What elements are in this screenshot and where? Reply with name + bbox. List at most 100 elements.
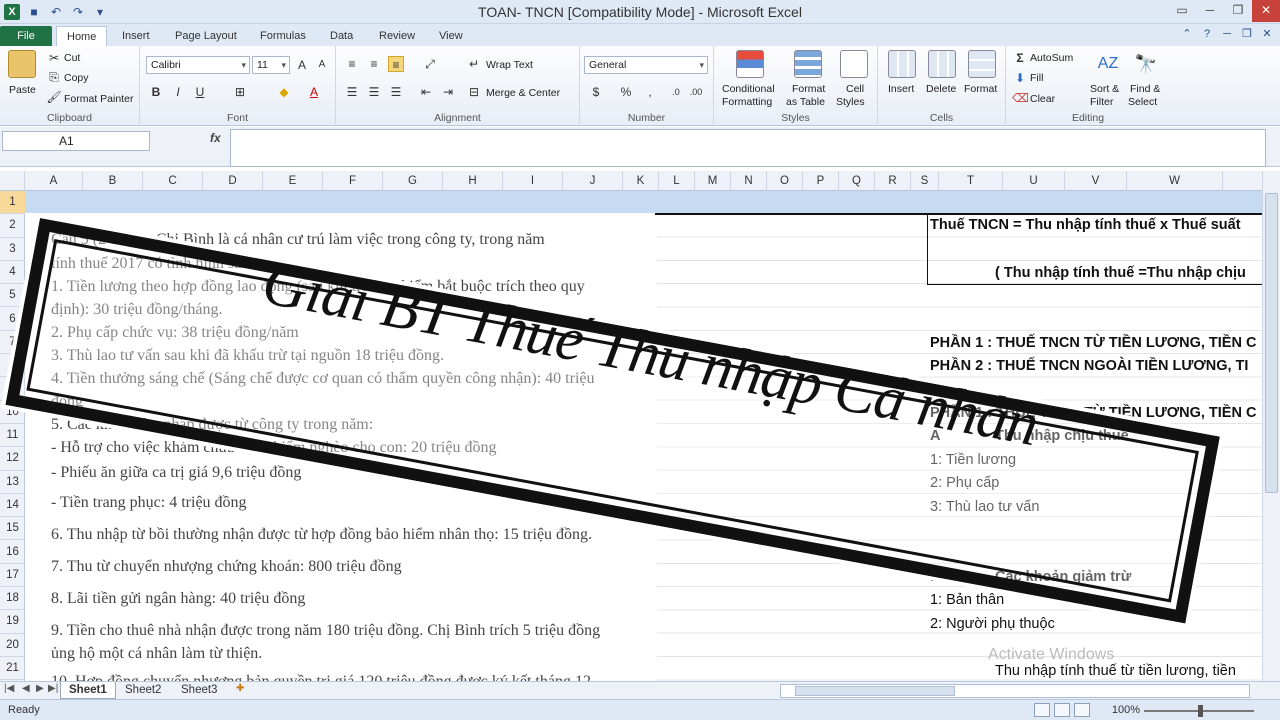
column-header-m[interactable]: M — [695, 171, 731, 191]
paste-button[interactable]: Paste — [9, 84, 36, 96]
copy-icon[interactable]: ⎘ — [46, 69, 62, 85]
row-header-12[interactable]: 12 — [0, 447, 25, 471]
column-header-p[interactable]: P — [803, 171, 839, 191]
orientation-icon[interactable]: ⤢ — [422, 56, 438, 72]
tab-file[interactable]: File — [0, 26, 52, 46]
workbook-minimize-icon[interactable]: ─ — [1220, 27, 1234, 41]
select-all-corner[interactable] — [0, 171, 25, 191]
tab-page-layout[interactable]: Page Layout — [165, 26, 247, 46]
zoom-slider[interactable] — [1144, 705, 1254, 717]
sheet-tab-3[interactable]: Sheet3 — [173, 682, 225, 699]
sheet-tab-1[interactable]: Sheet1 — [60, 682, 116, 699]
format-cells-icon[interactable] — [968, 50, 996, 78]
sort-filter-icon[interactable]: AZ — [1094, 50, 1122, 78]
conditional-formatting-label-2[interactable]: Formatting — [722, 96, 772, 108]
fill-color-icon[interactable]: ◆ — [276, 84, 292, 100]
row-header-17[interactable]: 17 — [0, 564, 25, 588]
row-header-14[interactable]: 14 — [0, 494, 25, 518]
increase-indent-icon[interactable]: ⇥ — [440, 84, 456, 100]
row-header-13[interactable]: 13 — [0, 471, 25, 494]
currency-icon[interactable]: $ — [588, 84, 604, 100]
percent-icon[interactable]: % — [618, 84, 634, 100]
cell-formula-title[interactable]: Thuế TNCN = Thu nhập tính thuế x Thuế su… — [930, 217, 1241, 233]
clear-button[interactable]: Clear — [1030, 93, 1055, 105]
autosum-icon[interactable]: Σ — [1012, 50, 1028, 66]
restore-icon[interactable]: ❐ — [1224, 0, 1252, 22]
decrease-decimal-icon[interactable]: .00 — [688, 84, 704, 100]
wrap-text-button[interactable]: Wrap Text — [486, 59, 533, 71]
column-header-w[interactable]: W — [1127, 171, 1223, 191]
insert-function-icon[interactable]: fx — [210, 131, 228, 145]
tab-review[interactable]: Review — [369, 26, 425, 46]
align-middle-icon[interactable]: ≡ — [366, 56, 382, 72]
row-header-5[interactable]: 5 — [0, 284, 25, 308]
column-header-v[interactable]: V — [1065, 171, 1127, 191]
fill-button[interactable]: Fill — [1030, 72, 1043, 84]
merge-center-button[interactable]: Merge & Center — [486, 87, 560, 99]
prev-sheet-icon[interactable]: ◀ — [22, 683, 30, 694]
font-color-icon[interactable]: A — [306, 84, 322, 100]
column-header-q[interactable]: Q — [839, 171, 875, 191]
find-select-label[interactable]: Find & — [1130, 83, 1160, 95]
close-icon[interactable]: ✕ — [1252, 0, 1280, 22]
page-break-view-icon[interactable] — [1074, 703, 1090, 717]
first-sheet-icon[interactable]: |◀ — [4, 683, 14, 694]
format-painter-button[interactable]: Format Painter — [64, 93, 133, 105]
row-header-18[interactable]: 18 — [0, 587, 25, 611]
increase-decimal-icon[interactable]: .0 — [668, 84, 684, 100]
minimize-ribbon-icon[interactable]: ⌃ — [1180, 27, 1194, 41]
row-header-20[interactable]: 20 — [0, 634, 25, 657]
cell-bottom[interactable]: Thu nhập tính thuế từ tiền lương, tiền — [995, 663, 1236, 679]
row-header-11[interactable]: 11 — [0, 424, 25, 448]
column-header-s[interactable]: S — [911, 171, 939, 191]
formula-input[interactable] — [230, 129, 1266, 167]
cell-b1[interactable]: 1: Bản thân — [930, 592, 1004, 608]
format-cells-button[interactable]: Format — [964, 83, 997, 95]
conditional-formatting-icon[interactable] — [736, 50, 764, 78]
column-header-i[interactable]: I — [503, 171, 563, 191]
merge-center-icon[interactable]: ⊟ — [466, 84, 482, 100]
cell-formula-sub[interactable]: ( Thu nhập tính thuế =Thu nhập chịu — [995, 265, 1246, 281]
font-size-select[interactable]: 11 — [252, 56, 290, 74]
column-header-t[interactable]: T — [939, 171, 1003, 191]
tab-view[interactable]: View — [429, 26, 473, 46]
align-left-icon[interactable]: ☰ — [344, 84, 360, 100]
horizontal-scrollbar[interactable] — [780, 684, 1250, 698]
cut-icon[interactable]: ✂ — [46, 50, 62, 66]
column-header-d[interactable]: D — [203, 171, 263, 191]
row-header-1[interactable]: 1 — [0, 191, 25, 215]
wrap-text-icon[interactable]: ↵ — [466, 56, 482, 72]
format-as-table-label[interactable]: Format — [792, 83, 825, 95]
find-select-label-2[interactable]: Select — [1128, 96, 1157, 108]
column-header-c[interactable]: C — [143, 171, 203, 191]
cell-styles-icon[interactable] — [840, 50, 868, 78]
paste-icon[interactable] — [8, 50, 36, 78]
find-select-icon[interactable]: 🔭 — [1132, 50, 1160, 78]
last-sheet-icon[interactable]: ▶| — [48, 683, 58, 694]
delete-cells-icon[interactable] — [928, 50, 956, 78]
borders-icon[interactable]: ⊞ — [232, 84, 248, 100]
normal-view-icon[interactable] — [1034, 703, 1050, 717]
format-as-table-icon[interactable] — [794, 50, 822, 78]
cell-part1[interactable]: PHẦN 1 : THUẾ TNCN TỪ TIỀN LƯƠNG, TIỀN C — [930, 335, 1256, 351]
vertical-scrollbar[interactable] — [1262, 171, 1280, 681]
next-sheet-icon[interactable]: ▶ — [36, 683, 44, 694]
row-header-21[interactable]: 21 — [0, 657, 25, 681]
clear-icon[interactable]: ⌫ — [1012, 90, 1029, 106]
tab-insert[interactable]: Insert — [112, 26, 160, 46]
row-header-2[interactable]: 2 — [0, 214, 25, 238]
cell-styles-label-2[interactable]: Styles — [836, 96, 865, 108]
workbook-restore-icon[interactable]: ❐ — [1240, 27, 1254, 41]
row-header-15[interactable]: 15 — [0, 517, 25, 541]
zoom-level[interactable]: 100% — [1112, 704, 1140, 716]
format-painter-icon[interactable]: 🖌 — [46, 89, 62, 105]
column-header-n[interactable]: N — [731, 171, 767, 191]
help-icon[interactable]: ? — [1200, 27, 1214, 41]
workbook-close-icon[interactable]: ✕ — [1260, 27, 1274, 41]
column-header-e[interactable]: E — [263, 171, 323, 191]
row-header-16[interactable]: 16 — [0, 541, 25, 564]
cell-b2[interactable]: 2: Người phụ thuộc — [930, 616, 1055, 632]
cell-part2[interactable]: PHẦN 2 : THUẾ TNCN NGOÀI TIỀN LƯƠNG, TI — [930, 358, 1248, 374]
ribbon-display-icon[interactable]: ▭ — [1168, 0, 1196, 22]
column-header-r[interactable]: R — [875, 171, 911, 191]
